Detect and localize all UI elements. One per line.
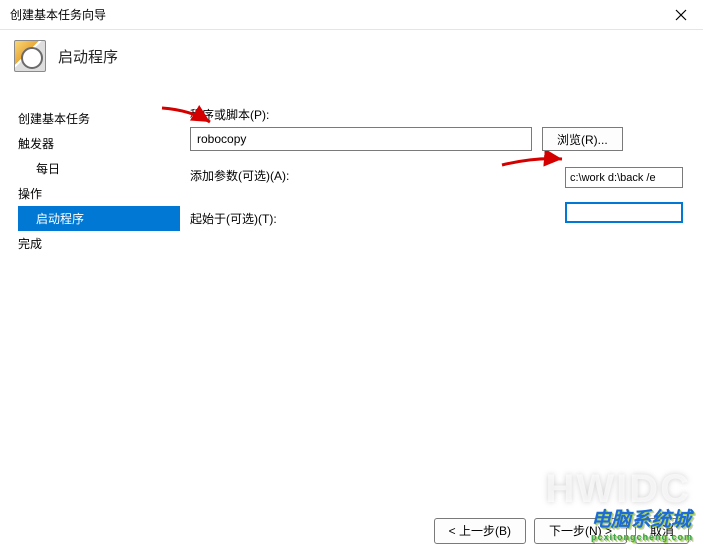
- program-input[interactable]: [190, 127, 532, 151]
- sidebar-item-start-program[interactable]: 启动程序: [18, 206, 180, 231]
- close-button[interactable]: [669, 3, 693, 27]
- args-input[interactable]: [565, 167, 683, 188]
- args-layout: 添加参数(可选)(A): 起始于(可选)(T):: [190, 167, 689, 231]
- back-button[interactable]: < 上一步(B): [434, 518, 526, 544]
- wizard-header: 启动程序: [0, 30, 703, 86]
- args-label: 添加参数(可选)(A):: [190, 167, 289, 184]
- program-field-group: 程序或脚本(P): 浏览(R)...: [190, 106, 689, 151]
- program-row: 浏览(R)...: [190, 127, 689, 151]
- wizard-icon: [14, 40, 46, 72]
- close-icon: [675, 9, 687, 21]
- watermark-brand-text: 电脑系统城: [591, 509, 691, 531]
- titlebar: 创建基本任务向导: [0, 0, 703, 30]
- sidebar-item-action[interactable]: 操作: [18, 181, 190, 206]
- wizard-body: 创建基本任务 触发器 每日 操作 启动程序 完成 程序或脚本(P): 浏览(R)…: [0, 86, 703, 506]
- args-inputs: [565, 167, 685, 231]
- sidebar-item-daily[interactable]: 每日: [18, 156, 190, 181]
- watermark-brand: 电脑系统城 pcxitongcheng.com: [591, 503, 693, 542]
- wizard-window: 创建基本任务向导 启动程序 创建基本任务 触发器 每日 操作 启动程序 完成 程…: [0, 0, 703, 554]
- startin-input[interactable]: [565, 202, 683, 223]
- args-labels: 添加参数(可选)(A): 起始于(可选)(T):: [190, 167, 289, 231]
- startin-label: 起始于(可选)(T):: [190, 210, 289, 227]
- sidebar-item-create-task[interactable]: 创建基本任务: [18, 106, 190, 131]
- browse-button[interactable]: 浏览(R)...: [542, 127, 623, 151]
- watermark-brand-sub: pcxitongcheng.com: [591, 532, 693, 542]
- wizard-main: 程序或脚本(P): 浏览(R)... 添加参数(可选)(A): 起始于(可选)(…: [190, 96, 703, 506]
- window-title: 创建基本任务向导: [10, 6, 669, 23]
- wizard-step-title: 启动程序: [58, 46, 118, 67]
- sidebar-item-trigger[interactable]: 触发器: [18, 131, 190, 156]
- wizard-sidebar: 创建基本任务 触发器 每日 操作 启动程序 完成: [0, 96, 190, 506]
- sidebar-item-finish[interactable]: 完成: [18, 231, 190, 256]
- program-label: 程序或脚本(P):: [190, 106, 689, 123]
